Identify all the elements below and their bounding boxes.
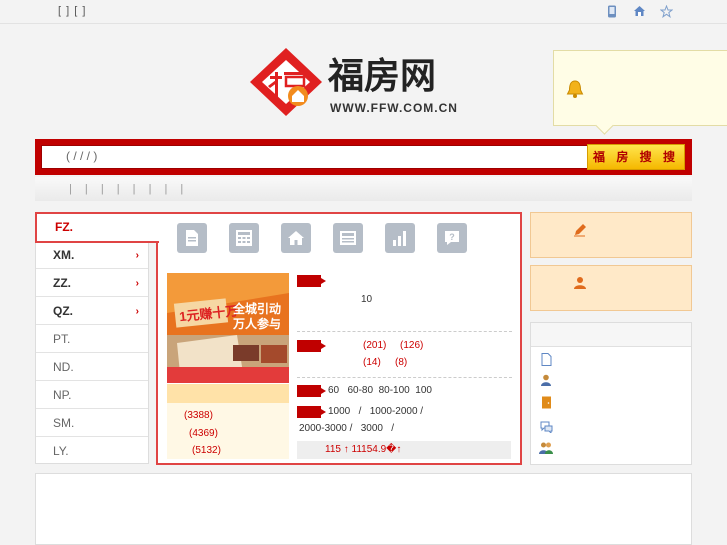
house-icon[interactable] bbox=[281, 223, 311, 253]
search-bar: ( / / / ) 福 房 搜 搜 bbox=[35, 139, 692, 175]
group-icon[interactable] bbox=[539, 440, 553, 454]
search-input-text: ( / / / ) bbox=[66, 149, 98, 163]
notice-bubble bbox=[553, 50, 727, 126]
calculator-icon[interactable] bbox=[229, 223, 259, 253]
chevron-right-icon: › bbox=[135, 306, 139, 317]
listing-count[interactable]: (8) bbox=[395, 357, 407, 368]
listing-count[interactable]: (14) bbox=[363, 357, 381, 368]
search-button[interactable]: 福 房 搜 搜 bbox=[587, 144, 685, 170]
bar-chart-icon[interactable] bbox=[385, 223, 415, 253]
agent-icon[interactable] bbox=[539, 373, 553, 387]
city-list: XM. › ZZ. › QZ. › PT. ND. NP. SM. LY. bbox=[35, 212, 149, 464]
services-header bbox=[531, 323, 691, 347]
services-list bbox=[530, 322, 692, 465]
city-item-nd[interactable]: ND. bbox=[36, 354, 148, 381]
hot-links-bar: | | | | | | | | bbox=[35, 177, 692, 201]
section-tag bbox=[297, 340, 326, 352]
area-ranges[interactable]: 60 60-80 80-100 100 bbox=[328, 385, 432, 396]
stat-count[interactable]: (5132) bbox=[192, 445, 221, 456]
mobile-icon[interactable] bbox=[605, 4, 619, 18]
listing-count[interactable]: (201) bbox=[363, 340, 386, 351]
top-bar: [ ] [ ] bbox=[0, 0, 727, 24]
hot-links[interactable]: | | | | | | | | bbox=[69, 183, 188, 195]
pencil-icon bbox=[573, 223, 587, 240]
section-tag bbox=[297, 275, 326, 287]
newspaper-icon[interactable] bbox=[333, 223, 363, 253]
section-tag bbox=[297, 406, 326, 418]
price-trend-bar[interactable]: 115 ↑ 11154.9�↑ bbox=[297, 441, 511, 459]
city-item-sm[interactable]: SM. bbox=[36, 410, 148, 437]
favorite-star-icon[interactable] bbox=[659, 4, 673, 18]
door-icon[interactable] bbox=[539, 395, 553, 409]
city-item-zz[interactable]: ZZ. › bbox=[36, 270, 148, 297]
stat-count[interactable]: (4369) bbox=[189, 428, 218, 439]
site-logo[interactable]: 福房网 WWW.FFW.COM.CN bbox=[246, 46, 466, 118]
price-ranges[interactable]: 2000-3000 / 3000 / bbox=[299, 423, 394, 434]
question-icon[interactable]: ? bbox=[437, 223, 467, 253]
city-item-ly[interactable]: LY. bbox=[36, 438, 148, 465]
search-input[interactable]: ( / / / ) bbox=[41, 145, 613, 169]
svg-text:福房网: 福房网 bbox=[327, 55, 436, 96]
user-panel[interactable] bbox=[530, 265, 692, 311]
bottom-panel bbox=[35, 473, 692, 545]
document-icon[interactable] bbox=[539, 352, 553, 366]
stats-header bbox=[167, 384, 289, 403]
chat-icon[interactable] bbox=[539, 420, 553, 434]
city-item-qz[interactable]: QZ. › bbox=[36, 298, 148, 325]
post-listing-panel[interactable] bbox=[530, 212, 692, 258]
listing-stats-box: (3388) (4369) (5132) bbox=[167, 384, 289, 459]
divider bbox=[297, 331, 512, 332]
document-icon[interactable] bbox=[177, 223, 207, 253]
promo-caption-bar[interactable] bbox=[167, 367, 289, 383]
bell-icon bbox=[566, 79, 584, 102]
city-item-np[interactable]: NP. bbox=[36, 382, 148, 409]
city-item-xm[interactable]: XM. › bbox=[36, 242, 148, 269]
svg-text:万人参与: 万人参与 bbox=[232, 316, 281, 331]
svg-text:全城引动: 全城引动 bbox=[232, 301, 281, 316]
city-content-panel: ? 1元赚十万 全城引动 万人参与 (3388) (4369) (5132) 1… bbox=[156, 212, 522, 465]
svg-text:WWW.FFW.COM.CN: WWW.FFW.COM.CN bbox=[330, 101, 458, 115]
city-item-pt[interactable]: PT. bbox=[36, 326, 148, 353]
listing-count[interactable]: (126) bbox=[400, 340, 423, 351]
svg-text:?: ? bbox=[449, 232, 455, 242]
chevron-right-icon: › bbox=[135, 278, 139, 289]
section-tag bbox=[297, 385, 326, 397]
top-links[interactable]: [ ] [ ] bbox=[58, 5, 86, 17]
user-icon bbox=[573, 276, 587, 293]
info-value[interactable]: 10 bbox=[361, 294, 372, 305]
home-icon[interactable] bbox=[632, 4, 646, 18]
city-item-fz[interactable]: FZ. bbox=[35, 212, 159, 243]
stat-count[interactable]: (3388) bbox=[184, 410, 213, 421]
price-ranges[interactable]: 1000 / 1000-2000 / bbox=[328, 406, 423, 417]
divider bbox=[297, 377, 512, 378]
chevron-right-icon: › bbox=[135, 250, 139, 261]
